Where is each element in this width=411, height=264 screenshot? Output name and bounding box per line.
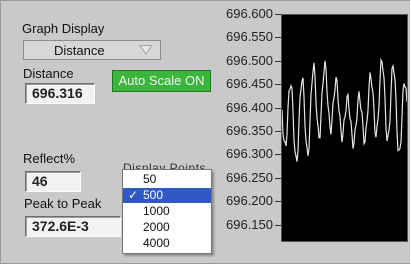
graph-display-label: Graph Display [22,21,105,36]
distance-indicator: 696.316 [25,83,95,104]
y-tick-label: 696.350 [226,123,273,138]
dropdown-option[interactable]: 50 [123,172,211,187]
dropdown-option[interactable]: 1000 [123,204,211,219]
display-points-dropdown[interactable]: 50 ✓ 500 1000 2000 4000 [122,169,212,254]
y-tick-label: 696.200 [226,193,273,209]
reflect-label: Reflect% [23,151,76,166]
y-tick-label: 696.250 [226,169,273,185]
y-tick-label: 696.550 [226,29,273,45]
dropdown-option[interactable]: 4000 [123,236,211,251]
peak-to-peak-label: Peak to Peak [24,196,102,211]
auto-scale-button[interactable]: Auto Scale ON [112,70,211,92]
y-tick-label: 696.300 [226,146,273,162]
y-tick-label: 696.450 [226,76,273,92]
y-tick-label: 696.600 [226,6,273,21]
graph-canvas [282,57,407,162]
front-panel: Graph Display Distance Distance 696.316 … [0,0,410,264]
peak-to-peak-indicator: 372.6E-3 [25,216,121,237]
reflect-indicator: 46 [25,171,81,192]
y-axis: 696.600 696.550 696.500 696.450 696.400 696.3… [213,6,281,243]
y-tick-label: 696.150 [226,216,273,232]
waveform-graph [281,14,408,242]
distance-label: Distance [23,66,74,81]
dropdown-option[interactable]: 2000 [123,220,211,235]
y-tick-label: 696.400 [226,99,273,115]
y-tick-label: 696.500 [226,52,273,68]
checkmark-icon: ✓ [128,188,139,202]
dropdown-option[interactable]: ✓ 500 [123,188,211,203]
triangle-down-icon [139,45,153,55]
graph-display-value: Distance [54,43,105,58]
graph-display-selector[interactable]: Distance [23,40,161,60]
distance-trace [282,57,407,162]
